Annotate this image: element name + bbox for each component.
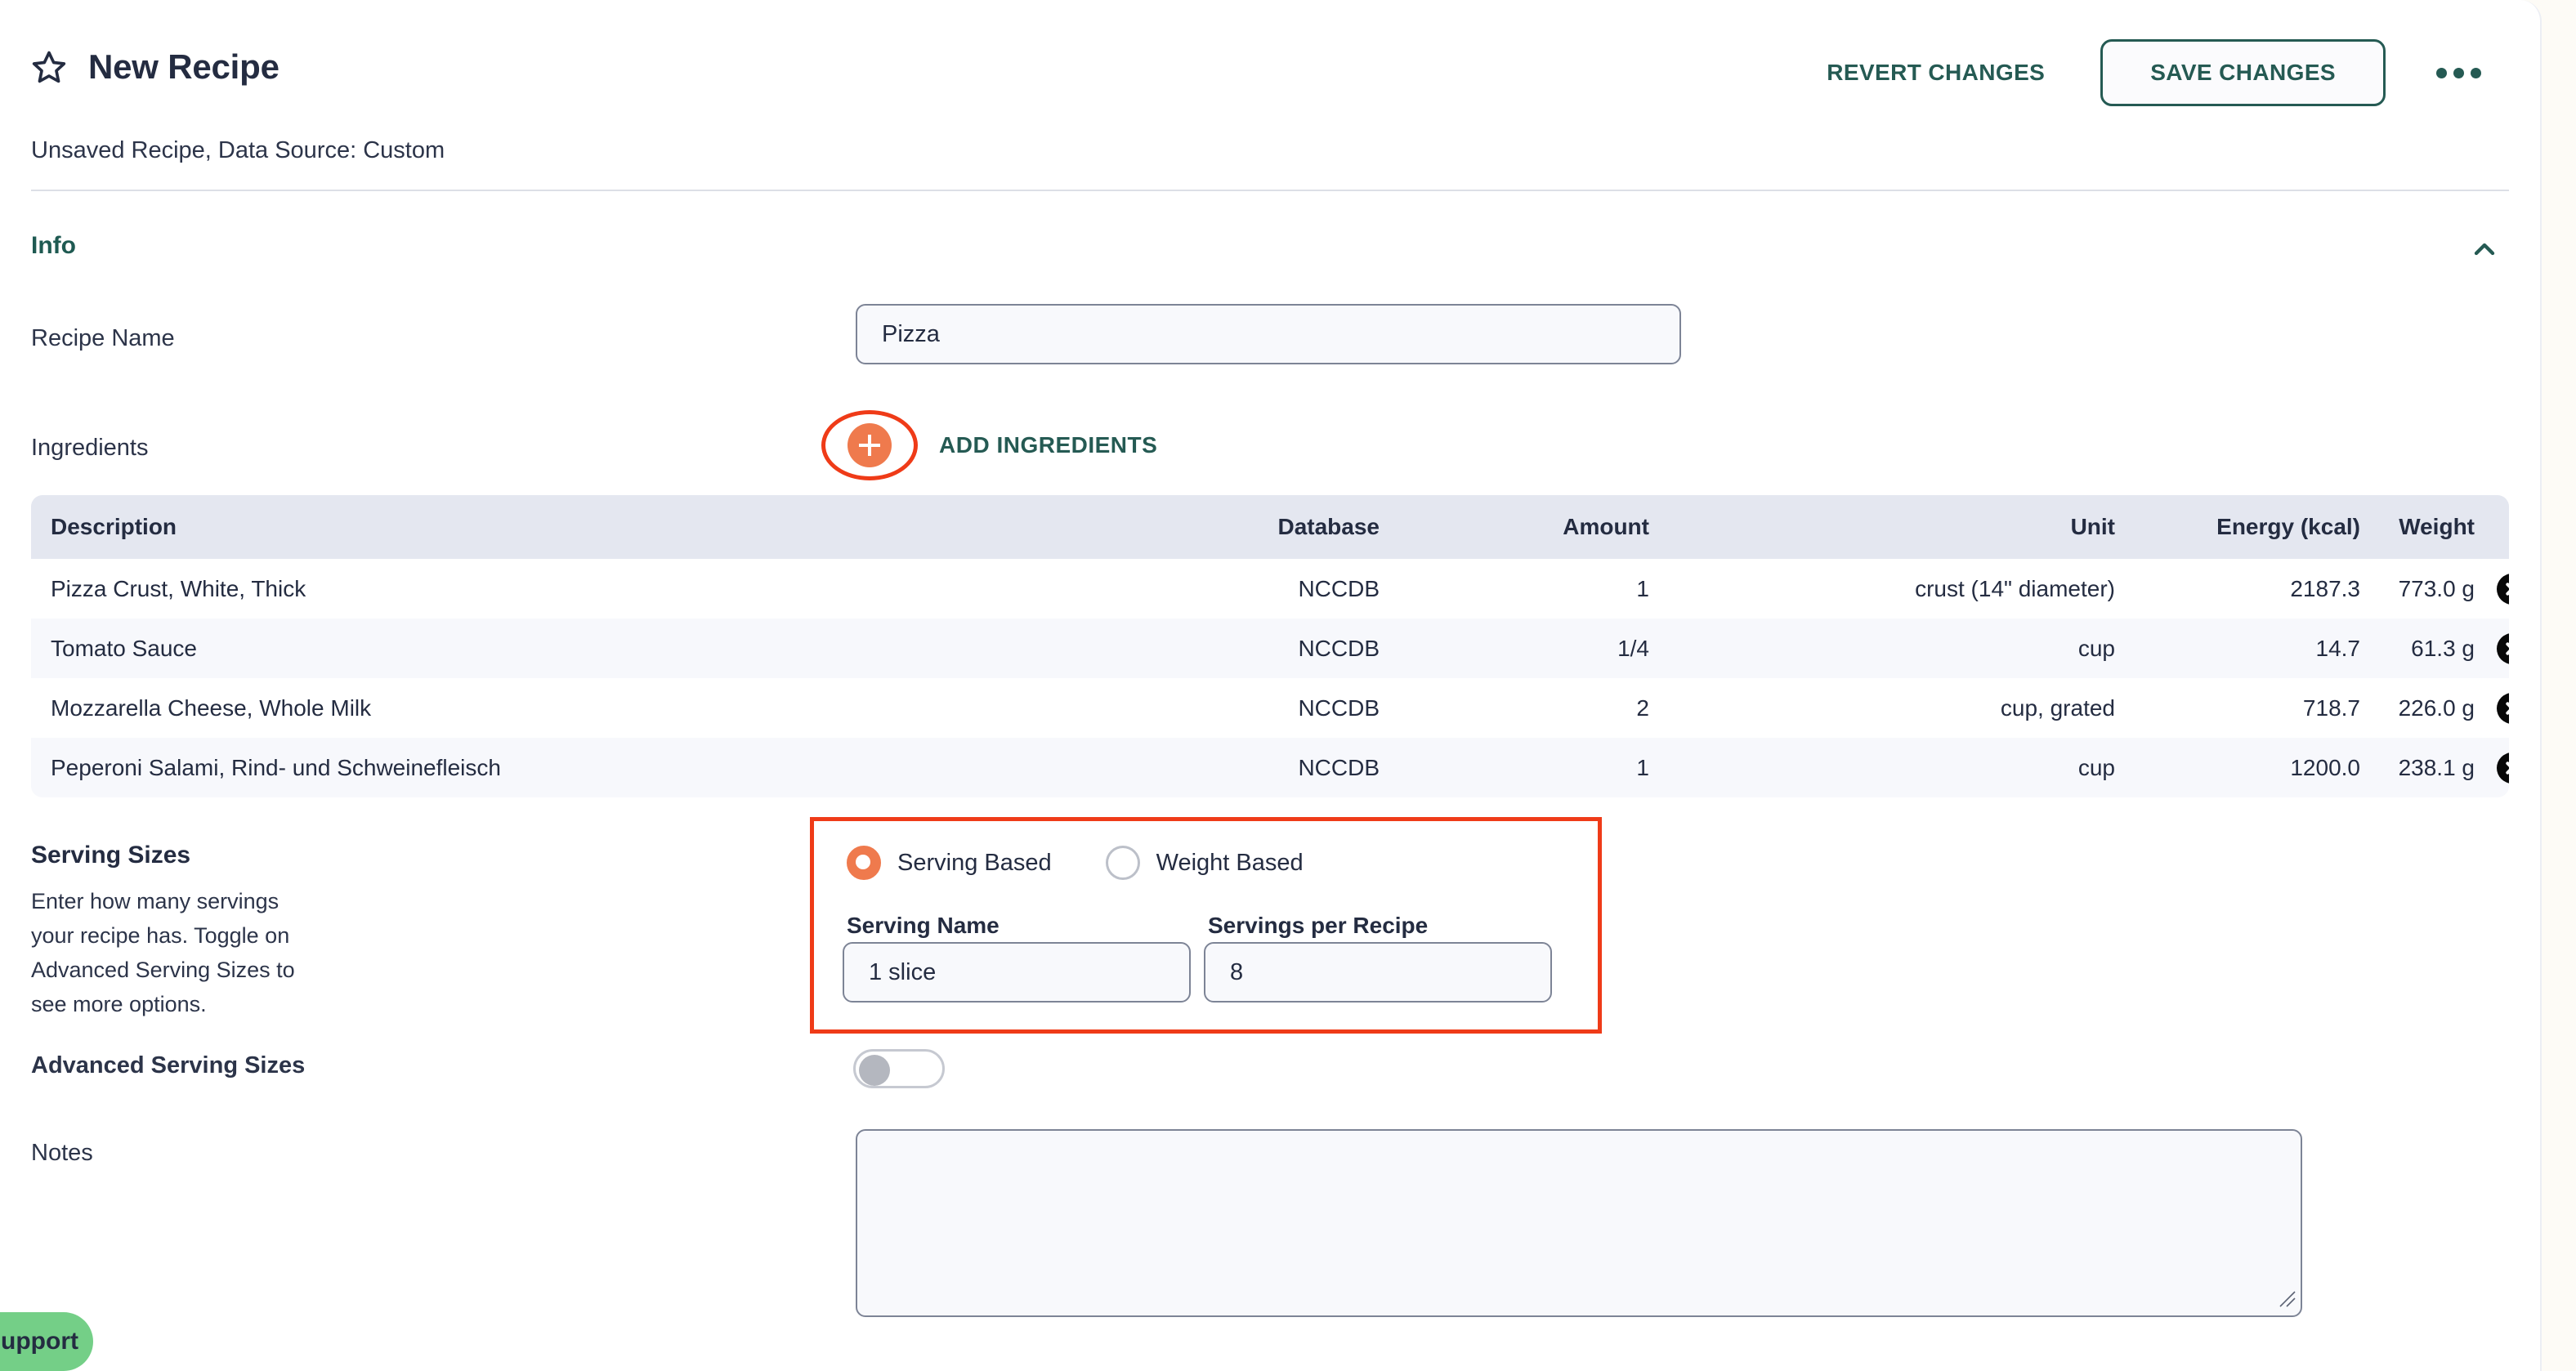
cell-unit[interactable]: crust (14" diameter): [1649, 559, 2115, 619]
ellipsis-icon: [2471, 67, 2481, 78]
serving-name-label: Serving Name: [847, 913, 1000, 938]
servings-per-recipe-input[interactable]: [1204, 942, 1552, 1003]
recipe-subtitle: Unsaved Recipe, Data Source: Custom: [31, 137, 445, 163]
more-options-button[interactable]: [2428, 55, 2489, 92]
table-row[interactable]: Pizza Crust, White, Thick NCCDB 1 crust …: [31, 559, 2509, 619]
support-button[interactable]: Support: [0, 1312, 93, 1371]
cell-weight: 773.0 g: [2360, 559, 2475, 619]
cell-amount[interactable]: 2: [1380, 678, 1649, 738]
page-header: New Recipe Unsaved Recipe, Data Source: …: [0, 0, 2540, 190]
cell-database: NCCDB: [1053, 559, 1380, 619]
remove-ingredient-button[interactable]: [2497, 692, 2509, 724]
remove-ingredient-button[interactable]: [2497, 632, 2509, 664]
toggle-knob: [859, 1055, 890, 1086]
remove-ingredient-button[interactable]: [2497, 573, 2509, 605]
cell-amount[interactable]: 1: [1380, 738, 1649, 797]
add-ingredients-group: ADD INGREDIENTS: [821, 410, 1157, 480]
info-collapse-toggle[interactable]: [2460, 226, 2509, 275]
title-row: New Recipe: [31, 47, 280, 87]
cell-weight: 61.3 g: [2360, 619, 2475, 678]
chevron-up-icon: [2468, 233, 2501, 268]
radio-unselected-icon: [1105, 846, 1140, 880]
notes-label: Notes: [31, 1140, 93, 1166]
revert-changes-button[interactable]: REVERT CHANGES: [1807, 45, 2064, 100]
column-header-amount: Amount: [1380, 495, 1649, 559]
cell-weight: 238.1 g: [2360, 738, 2475, 797]
table-row[interactable]: Tomato Sauce NCCDB 1/4 cup 14.7 61.3 g: [31, 619, 2509, 678]
serving-name-input[interactable]: [843, 942, 1191, 1003]
radio-label-serving-based: Serving Based: [897, 849, 1052, 876]
cell-unit[interactable]: cup: [1649, 619, 2115, 678]
column-header-description: Description: [31, 495, 1053, 559]
column-header-actions: [2475, 495, 2509, 559]
info-section-title: Info: [31, 232, 76, 259]
cell-unit[interactable]: cup, grated: [1649, 678, 2115, 738]
table-row[interactable]: Peperoni Salami, Rind- und Schweinefleis…: [31, 738, 2509, 797]
cell-description: Tomato Sauce: [31, 619, 1053, 678]
ellipsis-icon: [2436, 67, 2447, 78]
column-header-weight: Weight: [2360, 495, 2475, 559]
table-row[interactable]: Mozzarella Cheese, Whole Milk NCCDB 2 cu…: [31, 678, 2509, 738]
serving-sizes-title: Serving Sizes: [31, 842, 191, 869]
ingredients-table: Description Database Amount Unit Energy …: [31, 495, 2509, 797]
cell-weight: 226.0 g: [2360, 678, 2475, 738]
cell-database: NCCDB: [1053, 678, 1380, 738]
radio-option-weight-based[interactable]: Weight Based: [1105, 846, 1304, 880]
cell-description: Pizza Crust, White, Thick: [31, 559, 1053, 619]
ingredients-label: Ingredients: [31, 435, 149, 461]
column-header-energy: Energy (kcal): [2115, 495, 2360, 559]
add-ingredients-label[interactable]: ADD INGREDIENTS: [939, 432, 1157, 458]
radio-option-serving-based[interactable]: Serving Based: [847, 846, 1052, 880]
info-section-header: Info: [31, 229, 2509, 271]
recipe-name-input[interactable]: [856, 304, 1681, 364]
header-actions: REVERT CHANGES SAVE CHANGES: [1807, 39, 2489, 106]
table-header-row: Description Database Amount Unit Energy …: [31, 495, 2509, 559]
recipe-name-label: Recipe Name: [31, 325, 175, 351]
advanced-serving-sizes-label: Advanced Serving Sizes: [31, 1052, 306, 1078]
serving-type-radio-group: Serving Based Weight Based: [847, 846, 1304, 880]
serving-sizes-description: Enter how many servings your recipe has.…: [31, 889, 295, 1016]
cell-amount[interactable]: 1/4: [1380, 619, 1649, 678]
column-header-unit: Unit: [1649, 495, 2115, 559]
cell-energy: 14.7: [2115, 619, 2360, 678]
radio-selected-icon: [847, 846, 881, 880]
page-title: New Recipe: [88, 47, 280, 86]
cell-description: Peperoni Salami, Rind- und Schweinefleis…: [31, 738, 1053, 797]
header-divider: [31, 190, 2509, 191]
servings-per-recipe-label: Servings per Recipe: [1208, 913, 1429, 938]
star-icon[interactable]: [31, 49, 67, 85]
cell-database: NCCDB: [1053, 738, 1380, 797]
advanced-serving-sizes-toggle[interactable]: [853, 1049, 945, 1088]
radio-label-weight-based: Weight Based: [1156, 849, 1304, 876]
cell-description: Mozzarella Cheese, Whole Milk: [31, 678, 1053, 738]
notes-textarea[interactable]: [856, 1129, 2302, 1317]
save-changes-button[interactable]: SAVE CHANGES: [2100, 39, 2386, 106]
annotation-circle-add-ingredients: [821, 410, 918, 480]
remove-ingredient-button[interactable]: [2497, 752, 2509, 784]
add-ingredients-plus-icon[interactable]: [847, 423, 892, 467]
cell-database: NCCDB: [1053, 619, 1380, 678]
cell-energy: 1200.0: [2115, 738, 2360, 797]
cell-amount[interactable]: 1: [1380, 559, 1649, 619]
cell-energy: 718.7: [2115, 678, 2360, 738]
ellipsis-icon: [2453, 67, 2464, 78]
column-header-database: Database: [1053, 495, 1380, 559]
cell-unit[interactable]: cup: [1649, 738, 2115, 797]
recipe-editor-card: New Recipe Unsaved Recipe, Data Source: …: [0, 0, 2542, 1371]
cell-energy: 2187.3: [2115, 559, 2360, 619]
